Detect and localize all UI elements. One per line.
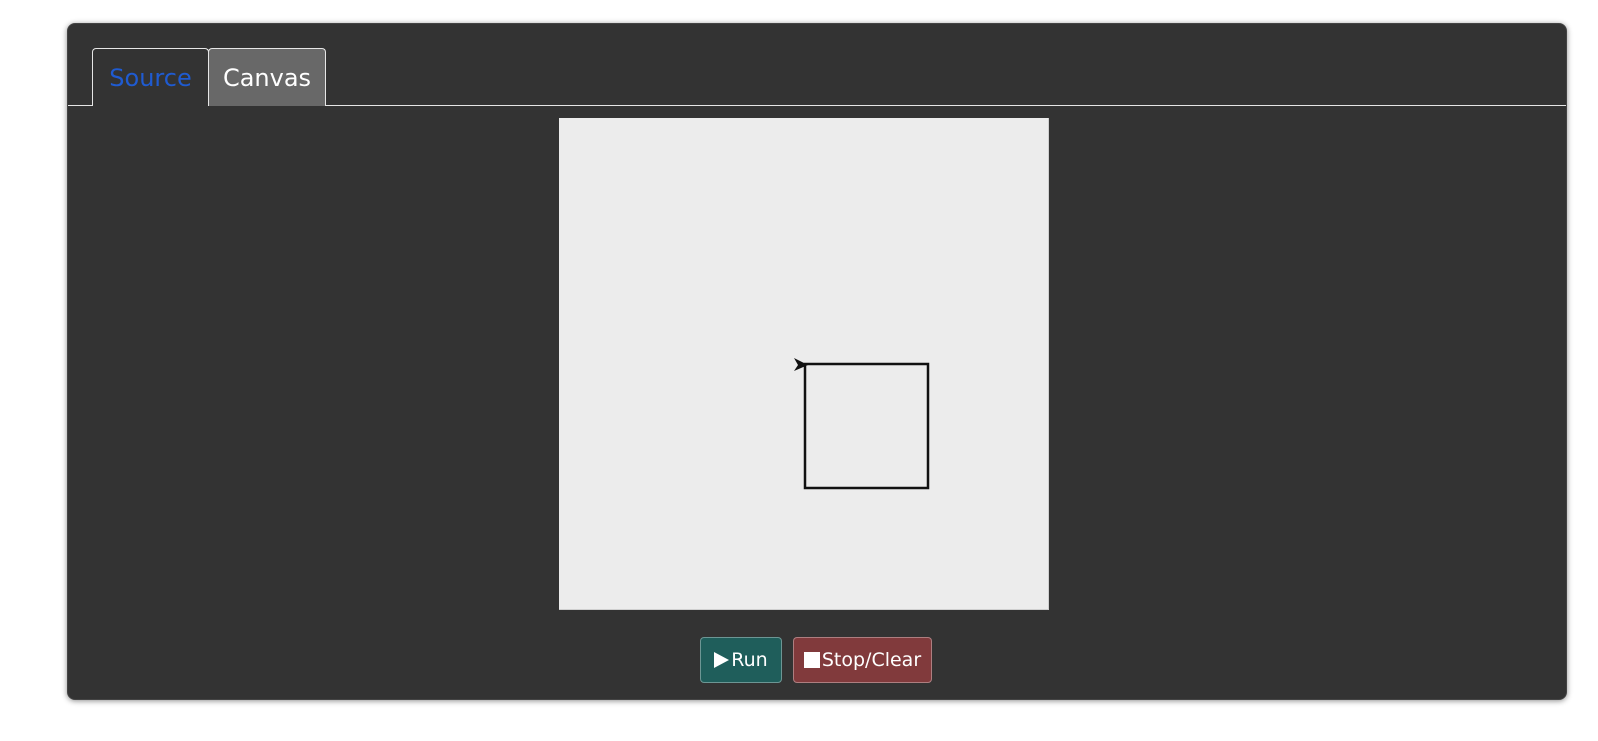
turtle-drawing: [794, 358, 930, 490]
turtle-panel: Source Canvas Run Stop/Clear: [67, 23, 1567, 700]
run-button-label: Run: [731, 649, 768, 671]
drawn-square: [803, 362, 930, 490]
tab-source[interactable]: Source: [92, 48, 209, 106]
stop-icon: [803, 652, 820, 668]
stop-clear-button-label: Stop/Clear: [821, 649, 922, 671]
play-icon: [714, 652, 730, 668]
tab-bar: Source Canvas: [68, 24, 1566, 106]
run-button[interactable]: Run: [700, 637, 782, 683]
stop-clear-button[interactable]: Stop/Clear: [793, 637, 932, 683]
drawing-canvas: [559, 118, 1049, 610]
tab-canvas[interactable]: Canvas: [208, 48, 326, 106]
